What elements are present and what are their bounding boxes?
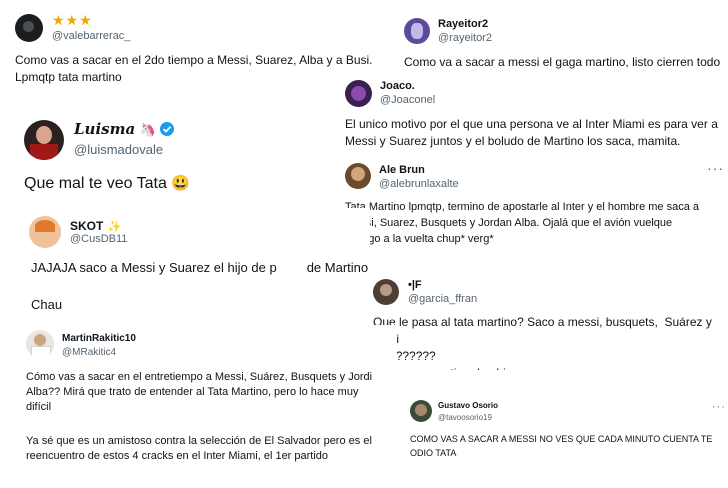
tweet-author-name[interactable]: Joaco. (380, 80, 415, 92)
unicorn-emoji-icon: 🦄 (139, 122, 156, 137)
tweet-handle[interactable]: @alebrunlaxalte (379, 178, 459, 190)
verified-badge-icon (160, 122, 175, 136)
tweet-text: de Martino (306, 260, 369, 275)
tweet-card: Rayeitor2 @rayeitor2 Como va a sacar a m… (392, 0, 728, 75)
tweet-text: Ya sé que es un amistoso contra la selec… (26, 435, 372, 462)
avatar[interactable] (373, 279, 399, 305)
avatar[interactable] (410, 400, 432, 422)
tweet-card: ★★★ @valebarrerac_ Como vas a sacar en e… (0, 0, 375, 100)
avatar[interactable] (29, 216, 61, 248)
tweet-text: Cómo vas a sacar en el entretiempo a Mes… (26, 371, 373, 413)
tweet-card: Gustavo Osorio @tavoosorio19 ··· COMO VA… (402, 392, 728, 462)
smile-emoji-icon: 😃 (171, 175, 191, 192)
tweet-handle[interactable]: @Joaconel (380, 94, 435, 106)
tweet-text: Que le pasa al tata martino? Saco a mess… (373, 315, 712, 370)
tweet-card: Luisma 🦄 @luismadovale Que mal te veo Ta… (10, 110, 325, 205)
avatar[interactable] (345, 80, 372, 107)
tweet-author-name-row[interactable]: Luisma 🦄 (74, 120, 175, 139)
tweet-handle[interactable]: @MRakitic4 (62, 347, 116, 358)
avatar[interactable] (404, 18, 430, 44)
more-options-icon[interactable]: ··· (707, 161, 724, 175)
avatar[interactable] (15, 14, 43, 42)
tweet-text-line: JAJAJA saco a Messi y Suarez el hijo de … (31, 260, 368, 275)
tweet-author-name[interactable]: Rayeitor2 (438, 18, 488, 30)
avatar[interactable] (24, 120, 64, 160)
tweet-card: Ale Brun @alebrunlaxalte ··· Tata Martin… (335, 157, 728, 257)
avatar[interactable] (345, 163, 371, 189)
tweet-handle[interactable]: @rayeitor2 (438, 32, 492, 44)
tweet-text: Tata Martino lpmqtp, termino de apostarl… (345, 201, 700, 245)
avatar[interactable] (26, 330, 54, 358)
tweet-author-name[interactable]: MartinRakitic10 (62, 333, 136, 344)
tweet-handle[interactable]: @garcia_ffran (408, 293, 477, 305)
tweet-author-name[interactable]: Luisma (74, 120, 135, 138)
tweet-text: Como vas a sacar en el 2do tiempo a Mess… (15, 53, 373, 84)
tweet-card: •|F @garcia_ffran Que le pasa al tata ma… (365, 275, 728, 370)
tweet-text: El unico motivo por el que una persona v… (345, 117, 718, 148)
tweet-author-name[interactable]: Ale Brun (379, 164, 425, 176)
tweet-handle[interactable]: @valebarrerac_ (52, 30, 130, 42)
tweet-text: COMO VAS A SACAR A MESSI NO VES QUE CADA… (410, 434, 713, 458)
rating-stars: ★★★ (52, 12, 93, 28)
tweet-author-name[interactable]: SKOT (70, 219, 103, 233)
tweet-handle[interactable]: @CusDB11 (70, 233, 127, 245)
tweet-handle[interactable]: @tavoosorio19 (438, 413, 492, 422)
tweet-text: JAJAJA saco a Messi y Suarez el hijo de … (31, 260, 277, 275)
tweet-card: MartinRakitic10 @MRakitic4 Cómo vas a sa… (12, 325, 397, 488)
tweet-card: Joaco. @Joaconel El unico motivo por el … (335, 72, 728, 157)
tweet-text: Chau (31, 297, 63, 312)
tweet-text-row: Que mal te veo Tata 😃 (24, 174, 190, 193)
tweet-text: Como va a sacar a messi el gaga martino,… (404, 55, 721, 69)
sparkles-emoji-icon: ✨ (107, 221, 122, 233)
tweet-author-name[interactable]: Gustavo Osorio (438, 401, 498, 410)
tweet-text: Que mal te veo Tata (24, 175, 167, 192)
tweet-card: SKOT ✨ @CusDB11 JAJAJA saco a Messi y Su… (15, 208, 370, 318)
more-options-icon[interactable]: ··· (712, 402, 726, 413)
tweet-author-name[interactable]: •|F (408, 279, 422, 291)
tweet-handle[interactable]: @luismadovale (74, 142, 163, 157)
